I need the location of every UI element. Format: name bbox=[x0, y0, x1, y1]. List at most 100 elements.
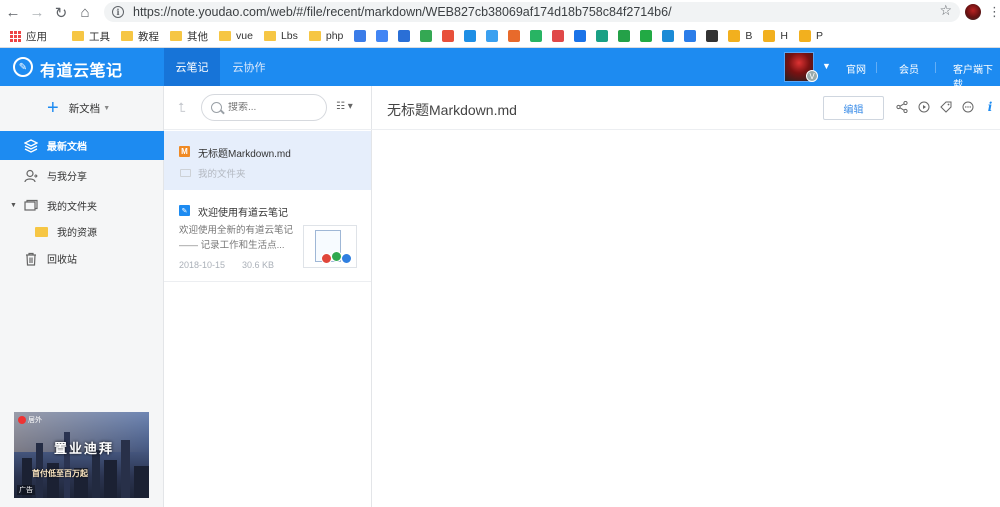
vip-badge: V bbox=[806, 70, 818, 82]
chevron-down-icon: ▼ bbox=[103, 104, 111, 112]
apps-grid-icon bbox=[10, 30, 21, 42]
ad-subtitle: 首付低至百万起 bbox=[32, 469, 88, 478]
folder-icon bbox=[263, 31, 276, 41]
document-item[interactable]: M 无标题Markdown.md 我的文件夹 bbox=[164, 131, 371, 190]
site-favicon-icon[interactable] bbox=[530, 30, 543, 42]
trash-icon bbox=[24, 252, 38, 266]
bookmark-folder-lbs[interactable]: Lbs bbox=[263, 30, 298, 42]
bookmark-h[interactable]: H bbox=[763, 30, 788, 42]
sidebar: + 新文档 ▼ 最新文档 与我分享 ▼ 我的文件夹 我的资源 回收站 居外 置业… bbox=[0, 86, 164, 507]
address-bar[interactable]: i https://note.youdao.com/web/#/file/rec… bbox=[104, 2, 960, 22]
document-item[interactable]: ✎ 欢迎使用有道云笔记 欢迎使用全新的有道云笔记 —— 记录工作和生活点... … bbox=[164, 190, 371, 282]
bookmarks-bar: 应用 工具 教程 其他 vue Lbs php B H P bbox=[0, 25, 1000, 48]
bookmark-apps[interactable]: 应用 bbox=[10, 29, 47, 44]
bookmark-folder-vue[interactable]: vue bbox=[219, 30, 253, 42]
tag-icon[interactable] bbox=[939, 100, 953, 114]
link-membership[interactable]: 会员 bbox=[899, 61, 919, 76]
site-favicon-icon[interactable] bbox=[420, 30, 433, 42]
site-favicon-icon[interactable] bbox=[442, 30, 455, 42]
sidebar-item-trash[interactable]: 回收站 bbox=[0, 244, 164, 273]
bookmark-star-icon[interactable]: ☆ bbox=[939, 2, 952, 19]
info-icon[interactable]: i bbox=[112, 6, 124, 18]
site-favicon-icon[interactable] bbox=[354, 30, 367, 42]
bookmark-label: php bbox=[325, 30, 344, 42]
sidebar-item-shared[interactable]: 与我分享 bbox=[0, 161, 164, 190]
sidebar-item-label: 最新文档 bbox=[47, 142, 87, 153]
bookmark-folder-other[interactable]: 其他 bbox=[170, 29, 208, 44]
share-icon[interactable] bbox=[895, 100, 909, 114]
divider bbox=[876, 62, 877, 73]
reload-icon[interactable]: ↻ bbox=[50, 2, 72, 24]
back-icon[interactable]: ← bbox=[2, 2, 24, 24]
site-favicon-icon[interactable] bbox=[662, 30, 675, 42]
site-favicon-icon[interactable] bbox=[706, 30, 719, 42]
site-icon bbox=[728, 30, 741, 42]
logo-icon[interactable]: ✎ bbox=[13, 57, 33, 77]
tab-collaboration[interactable]: 云协作 bbox=[225, 48, 273, 86]
search-input[interactable] bbox=[228, 102, 318, 113]
document-thumbnail bbox=[303, 225, 357, 268]
site-favicon-icon[interactable] bbox=[684, 30, 697, 42]
app-header: ✎ 有道云笔记 云笔记 云协作 V ▼ 官网 会员 客户端下载 bbox=[0, 48, 1000, 91]
link-official-site[interactable]: 官网 bbox=[846, 61, 866, 76]
chevron-down-icon[interactable]: ▼ bbox=[822, 61, 831, 71]
bookmark-folder-tools[interactable]: 工具 bbox=[72, 29, 110, 44]
sidebar-item-label: 回收站 bbox=[47, 255, 77, 266]
site-icon bbox=[763, 30, 776, 42]
bookmark-label: 应用 bbox=[26, 30, 47, 43]
folder-outline-icon bbox=[180, 169, 191, 177]
tab-cloud-notes[interactable]: 云笔记 bbox=[164, 48, 220, 86]
list-toolbar: ⮤ ☷ ▾ bbox=[164, 86, 372, 130]
search-box[interactable] bbox=[201, 94, 327, 121]
document-title: 无标题Markdown.md bbox=[198, 149, 291, 160]
play-icon[interactable] bbox=[917, 100, 931, 114]
folder-icon bbox=[121, 31, 133, 41]
ad-title: 置业迪拜 bbox=[54, 441, 115, 456]
bookmark-folder-php[interactable]: php bbox=[308, 30, 344, 42]
editor-document-title[interactable]: 无标题Markdown.md bbox=[387, 100, 517, 120]
sidebar-item-my-resources[interactable]: 我的资源 bbox=[35, 224, 97, 239]
sort-view-icon[interactable]: ☷ ▾ bbox=[336, 101, 353, 112]
bookmark-p[interactable]: P bbox=[799, 30, 823, 42]
up-level-icon[interactable]: ⮤ bbox=[178, 100, 186, 116]
site-favicon-icon[interactable] bbox=[596, 30, 609, 42]
forward-icon[interactable]: → bbox=[26, 2, 48, 24]
more-icon[interactable] bbox=[961, 100, 975, 114]
home-icon[interactable]: ⌂ bbox=[74, 2, 96, 24]
site-favicon-icon[interactable] bbox=[618, 30, 631, 42]
bookmark-folder-tutorials[interactable]: 教程 bbox=[121, 29, 159, 44]
edit-button[interactable]: 编辑 bbox=[823, 96, 884, 120]
bookmark-label: H bbox=[780, 30, 789, 42]
document-title: 欢迎使用有道云笔记 bbox=[198, 208, 288, 219]
bookmark-site-icons bbox=[354, 30, 728, 42]
new-document-button[interactable]: + 新文档 ▼ bbox=[47, 97, 111, 119]
browser-menu-icon[interactable]: ⋮ bbox=[988, 4, 1000, 20]
search-icon bbox=[211, 102, 222, 113]
site-favicon-icon[interactable] bbox=[398, 30, 411, 42]
bookmark-label: 工具 bbox=[89, 30, 110, 43]
sidebar-item-my-folders[interactable]: ▼ 我的文件夹 bbox=[0, 191, 164, 220]
url-text[interactable]: https://note.youdao.com/web/#/file/recen… bbox=[133, 5, 672, 19]
sidebar-item-recent[interactable]: 最新文档 bbox=[0, 131, 164, 160]
bookmark-label: P bbox=[816, 30, 824, 42]
advertisement-banner[interactable]: 居外 置业迪拜 首付低至百万起 广告 bbox=[14, 412, 149, 498]
app-logo-text[interactable]: 有道云笔记 bbox=[40, 57, 123, 81]
info-icon[interactable]: i bbox=[983, 100, 997, 114]
browser-profile-avatar[interactable] bbox=[965, 4, 981, 20]
site-favicon-icon[interactable] bbox=[552, 30, 565, 42]
site-favicon-icon[interactable] bbox=[376, 30, 389, 42]
site-favicon-icon[interactable] bbox=[464, 30, 477, 42]
site-favicon-icon[interactable] bbox=[508, 30, 521, 42]
document-snippet: 欢迎使用全新的有道云笔记 —— 记录工作和生活点... bbox=[179, 225, 294, 251]
ad-brand-logo: 居外 bbox=[18, 415, 42, 425]
site-favicon-icon[interactable] bbox=[574, 30, 587, 42]
plus-icon: + bbox=[47, 97, 59, 119]
note-file-icon: ✎ bbox=[179, 205, 190, 216]
document-date: 2018-10-15 bbox=[179, 260, 226, 270]
site-favicon-icon[interactable] bbox=[486, 30, 499, 42]
bookmark-b[interactable]: B bbox=[728, 30, 752, 42]
layers-icon bbox=[24, 138, 38, 153]
document-folder: 我的文件夹 bbox=[180, 166, 246, 180]
caret-down-icon[interactable]: ▼ bbox=[10, 202, 17, 209]
site-favicon-icon[interactable] bbox=[640, 30, 653, 42]
